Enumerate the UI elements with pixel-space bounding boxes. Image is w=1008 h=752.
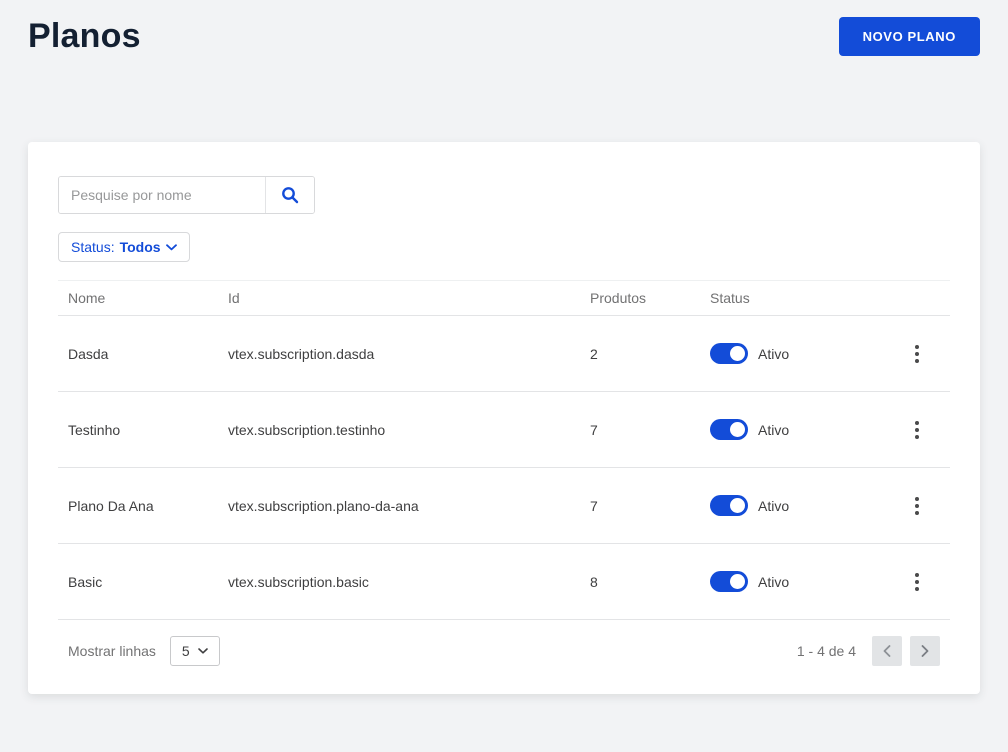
- status-toggle[interactable]: [710, 571, 748, 592]
- search-input[interactable]: [59, 177, 265, 213]
- plan-id: vtex.subscription.dasda: [228, 346, 590, 362]
- page: Planos NOVO PLANO Status: Todo: [0, 0, 1008, 694]
- table-footer: Mostrar linhas 5 1 - 4 de 4: [58, 620, 950, 680]
- rows-per-page-label: Mostrar linhas: [68, 643, 156, 659]
- pagination-range: 1 - 4 de 4: [797, 643, 856, 659]
- plan-status-cell: Ativo: [710, 343, 884, 364]
- plans-table: Nome Id Produtos Status Dasda vtex.subsc…: [58, 280, 950, 620]
- plan-products-count: 8: [590, 574, 710, 590]
- toggle-knob: [730, 346, 745, 361]
- filter-row: Status: Todos: [58, 232, 950, 262]
- novo-plano-button[interactable]: NOVO PLANO: [839, 17, 980, 56]
- column-header-produtos: Produtos: [590, 290, 710, 306]
- next-page-button[interactable]: [910, 636, 940, 666]
- status-label: Ativo: [758, 346, 789, 362]
- plan-id: vtex.subscription.basic: [228, 574, 590, 590]
- previous-page-button[interactable]: [872, 636, 902, 666]
- plan-id: vtex.subscription.testinho: [228, 422, 590, 438]
- pagination: 1 - 4 de 4: [797, 636, 940, 666]
- status-toggle[interactable]: [710, 495, 748, 516]
- plan-name: Testinho: [68, 422, 228, 438]
- chevron-down-icon: [198, 648, 208, 654]
- status-label: Ativo: [758, 498, 789, 514]
- status-label: Ativo: [758, 574, 789, 590]
- row-menu-kebab-icon[interactable]: [894, 415, 940, 445]
- status-filter-button[interactable]: Status: Todos: [58, 232, 190, 262]
- chevron-left-icon: [883, 645, 891, 657]
- column-header-status: Status: [710, 290, 884, 306]
- plan-name: Basic: [68, 574, 228, 590]
- search-icon: [281, 186, 299, 204]
- search-row: [58, 176, 950, 214]
- status-label: Ativo: [758, 422, 789, 438]
- plan-products-count: 2: [590, 346, 710, 362]
- rows-per-page-control: Mostrar linhas 5: [68, 636, 220, 666]
- table-row[interactable]: Plano Da Ana vtex.subscription.plano-da-…: [58, 468, 950, 544]
- page-header: Planos NOVO PLANO: [28, 0, 980, 52]
- table-row[interactable]: Basic vtex.subscription.basic 8 Ativo: [58, 544, 950, 620]
- plan-status-cell: Ativo: [710, 495, 884, 516]
- search-button[interactable]: [265, 177, 314, 213]
- status-filter-value: Todos: [120, 239, 161, 255]
- toggle-knob: [730, 574, 745, 589]
- table-row[interactable]: Testinho vtex.subscription.testinho 7 At…: [58, 392, 950, 468]
- plan-id: vtex.subscription.plano-da-ana: [228, 498, 590, 514]
- chevron-right-icon: [921, 645, 929, 657]
- plan-name: Plano Da Ana: [68, 498, 228, 514]
- plan-status-cell: Ativo: [710, 419, 884, 440]
- row-menu-kebab-icon[interactable]: [894, 567, 940, 597]
- table-row[interactable]: Dasda vtex.subscription.dasda 2 Ativo: [58, 316, 950, 392]
- status-filter-label: Status:: [71, 239, 115, 255]
- toggle-knob: [730, 498, 745, 513]
- table-header: Nome Id Produtos Status: [58, 280, 950, 316]
- plan-products-count: 7: [590, 422, 710, 438]
- chevron-down-icon: [166, 244, 177, 251]
- plans-card: Status: Todos Nome Id Produtos Status Da…: [28, 142, 980, 694]
- column-header-nome: Nome: [68, 290, 228, 306]
- plan-products-count: 7: [590, 498, 710, 514]
- plan-name: Dasda: [68, 346, 228, 362]
- plan-status-cell: Ativo: [710, 571, 884, 592]
- search-box: [58, 176, 315, 214]
- page-title: Planos: [28, 17, 141, 56]
- toggle-knob: [730, 422, 745, 437]
- rows-per-page-value: 5: [182, 643, 190, 659]
- column-header-id: Id: [228, 290, 590, 306]
- status-toggle[interactable]: [710, 419, 748, 440]
- status-toggle[interactable]: [710, 343, 748, 364]
- row-menu-kebab-icon[interactable]: [894, 339, 940, 369]
- rows-per-page-select[interactable]: 5: [170, 636, 220, 666]
- row-menu-kebab-icon[interactable]: [894, 491, 940, 521]
